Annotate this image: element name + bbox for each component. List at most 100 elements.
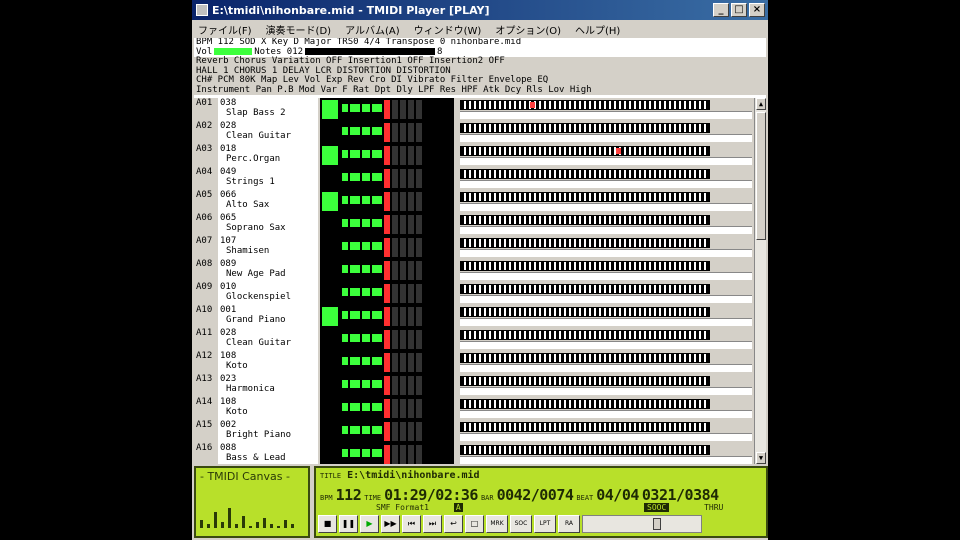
note-strip [460, 387, 752, 395]
level-meter [416, 100, 422, 119]
level-meter [408, 376, 414, 395]
channel-meters [320, 328, 454, 351]
level-meter [408, 100, 414, 119]
scroll-up-icon[interactable]: ▲ [756, 98, 766, 110]
channel-row[interactable]: A04 049 Strings 1 [194, 167, 754, 190]
instrument-label: Perc.Organ [226, 154, 281, 164]
menu-file[interactable]: ファイル(F) [196, 22, 254, 37]
level-meter [416, 422, 422, 441]
level-meter [322, 376, 338, 395]
level-meter [416, 330, 422, 349]
channel-id: A02 [194, 121, 218, 144]
note-strip [460, 318, 752, 326]
title-bar[interactable]: E:\tmidi\nihonbare.mid - TMIDI Player [P… [192, 0, 768, 20]
level-meter [384, 146, 390, 165]
channel-row[interactable]: A16 088 Bass & Lead [194, 443, 754, 464]
level-meter [342, 104, 348, 112]
visualizer-bar [284, 520, 287, 528]
level-meter [350, 311, 360, 319]
channel-row[interactable]: A11 028 Clean Guitar [194, 328, 754, 351]
level-meter [408, 399, 414, 418]
level-meter [362, 334, 370, 342]
visualizer-bar [221, 522, 224, 528]
slider-knob[interactable] [653, 518, 661, 530]
channel-keyboard [456, 144, 754, 167]
level-meter [362, 449, 370, 457]
level-meter [322, 169, 338, 188]
tmidi-canvas: - TMIDI Canvas - [194, 466, 310, 538]
play-button[interactable]: ▶ [360, 515, 379, 533]
menu-album[interactable]: アルバム(A) [343, 22, 402, 37]
channel-id: A13 [194, 374, 218, 397]
menu-play-mode[interactable]: 演奏モード(D) [264, 22, 334, 37]
channel-keyboard [456, 328, 754, 351]
channel-row[interactable]: A10 001 Grand Piano [194, 305, 754, 328]
pause-button[interactable]: ❚❚ [339, 515, 358, 533]
channel-row[interactable]: A12 108 Koto [194, 351, 754, 374]
channel-row[interactable]: A06 065 Soprano Sax [194, 213, 754, 236]
menu-options[interactable]: オプション(O) [493, 22, 563, 37]
level-meter [342, 288, 348, 296]
channel-row[interactable]: A02 028 Clean Guitar [194, 121, 754, 144]
lcd-time-label: TIME [364, 494, 382, 502]
channel-row[interactable]: A13 023 Harmonica [194, 374, 754, 397]
position-slider[interactable] [582, 515, 702, 533]
channel-row[interactable]: A03 018 Perc.Organ [194, 144, 754, 167]
channel-scrollbar[interactable]: ▲ ▼ [754, 98, 766, 464]
menu-help[interactable]: ヘルプ(H) [573, 22, 622, 37]
maximize-button[interactable]: □ [731, 3, 747, 17]
canvas-title: - TMIDI Canvas - [200, 470, 290, 483]
level-meter [392, 238, 398, 257]
minimize-button[interactable]: _ [713, 3, 729, 17]
program-number: 089 [220, 259, 237, 269]
level-meter [400, 261, 406, 280]
square-button[interactable]: □ [465, 515, 484, 533]
level-meter [362, 242, 370, 250]
level-meter [384, 238, 390, 257]
lcd-bpm: 112 [335, 486, 362, 504]
channel-row[interactable]: A15 002 Bright Piano [194, 420, 754, 443]
instrument-name: 066 Alto Sax [218, 190, 318, 213]
lpt-button[interactable]: LPT [534, 515, 556, 533]
close-button[interactable]: × [749, 3, 765, 17]
level-meter [372, 357, 382, 365]
program-number: 010 [220, 282, 237, 292]
scroll-thumb[interactable] [756, 112, 766, 240]
channel-id: A16 [194, 443, 218, 464]
level-meter [372, 311, 382, 319]
channel-row[interactable]: A09 010 Glockenspiel [194, 282, 754, 305]
menu-window[interactable]: ウィンドウ(W) [412, 22, 484, 37]
channel-meters [320, 374, 454, 397]
prev-button[interactable]: ⏮ [402, 515, 421, 533]
channel-row[interactable]: A07 107 Shamisen [194, 236, 754, 259]
channel-id: A10 [194, 305, 218, 328]
repeat-button[interactable]: ↩ [444, 515, 463, 533]
level-meter [416, 353, 422, 372]
level-meter [408, 123, 414, 142]
channel-row[interactable]: A08 089 New Age Pad [194, 259, 754, 282]
level-meter [362, 127, 370, 135]
channel-row[interactable]: A01 038 Slap Bass 2 [194, 98, 754, 121]
level-meter [400, 169, 406, 188]
instrument-label: Glockenspiel [226, 292, 292, 302]
level-meter [342, 311, 348, 319]
next-button[interactable]: ⏭ [423, 515, 442, 533]
instrument-label: Slap Bass 2 [226, 108, 286, 118]
level-meter [416, 284, 422, 303]
channel-row[interactable]: A05 066 Alto Sax [194, 190, 754, 213]
fast-forward-button[interactable]: ▶▶ [381, 515, 400, 533]
channel-row[interactable]: A14 108 Koto [194, 397, 754, 420]
soc-button[interactable]: SOC [510, 515, 532, 533]
program-number: 108 [220, 397, 237, 407]
visualizer-bar [228, 508, 231, 528]
scroll-down-icon[interactable]: ▼ [756, 452, 766, 464]
mrk-button[interactable]: MRK [486, 515, 508, 533]
instrument-name: 108 Koto [218, 397, 318, 420]
level-meter [362, 357, 370, 365]
instrument-label: Koto [226, 361, 248, 371]
level-meter [384, 376, 390, 395]
instrument-name: 088 Bass & Lead [218, 443, 318, 464]
ra-button[interactable]: RA [558, 515, 580, 533]
level-meter [350, 380, 360, 388]
stop-button[interactable]: ■ [318, 515, 337, 533]
